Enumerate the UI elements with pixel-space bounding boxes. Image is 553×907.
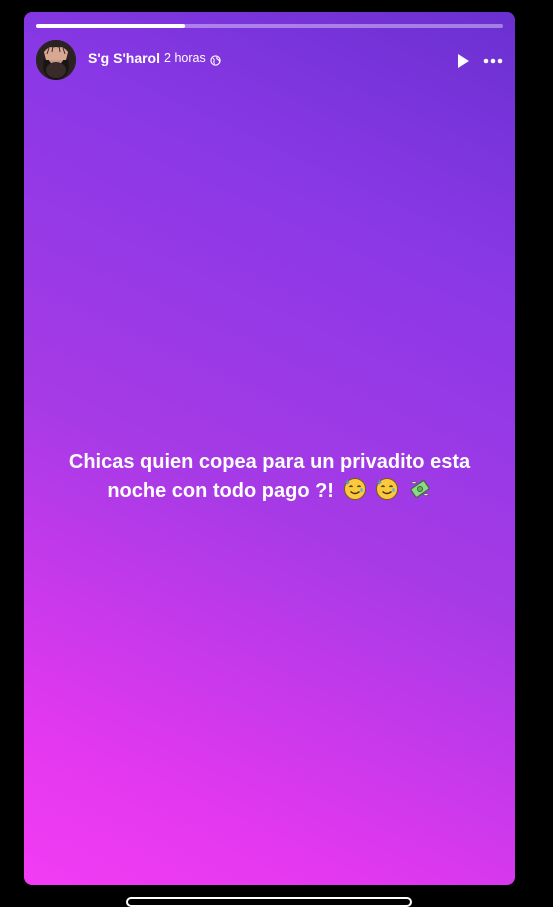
story-text-line-2: noche con todo pago ?!: [44, 477, 495, 510]
story-progress-bar: [36, 24, 503, 28]
avatar[interactable]: [36, 40, 76, 80]
avatar-image: [36, 40, 76, 80]
smiling-face-with-tear-icon: [375, 477, 399, 510]
story-text-line-1: Chicas quien copea para un privadito est…: [68, 451, 471, 473]
play-icon: [458, 54, 469, 68]
globe-icon: [210, 53, 221, 66]
story-author-info: S'g S'harol 2 horas: [88, 50, 221, 66]
story-text-line-2-content: noche con todo pago ?!: [107, 480, 334, 502]
scroll-indicator: [126, 897, 412, 907]
story-text: Chicas quien copea para un privadito est…: [44, 448, 495, 510]
smiling-face-with-tear-icon: [343, 477, 367, 510]
story-header: S'g S'harol 2 horas: [36, 40, 503, 80]
story-card[interactable]: S'g S'harol 2 horas Chicas quien copea p: [24, 12, 515, 885]
more-options-icon: [483, 58, 503, 64]
money-with-wings-icon: [408, 477, 432, 510]
play-button[interactable]: [454, 52, 472, 70]
more-options-button[interactable]: [482, 52, 504, 70]
author-name[interactable]: S'g S'harol: [88, 50, 160, 66]
timestamp[interactable]: 2 horas: [164, 51, 206, 65]
story-progress-fill: [36, 24, 186, 28]
